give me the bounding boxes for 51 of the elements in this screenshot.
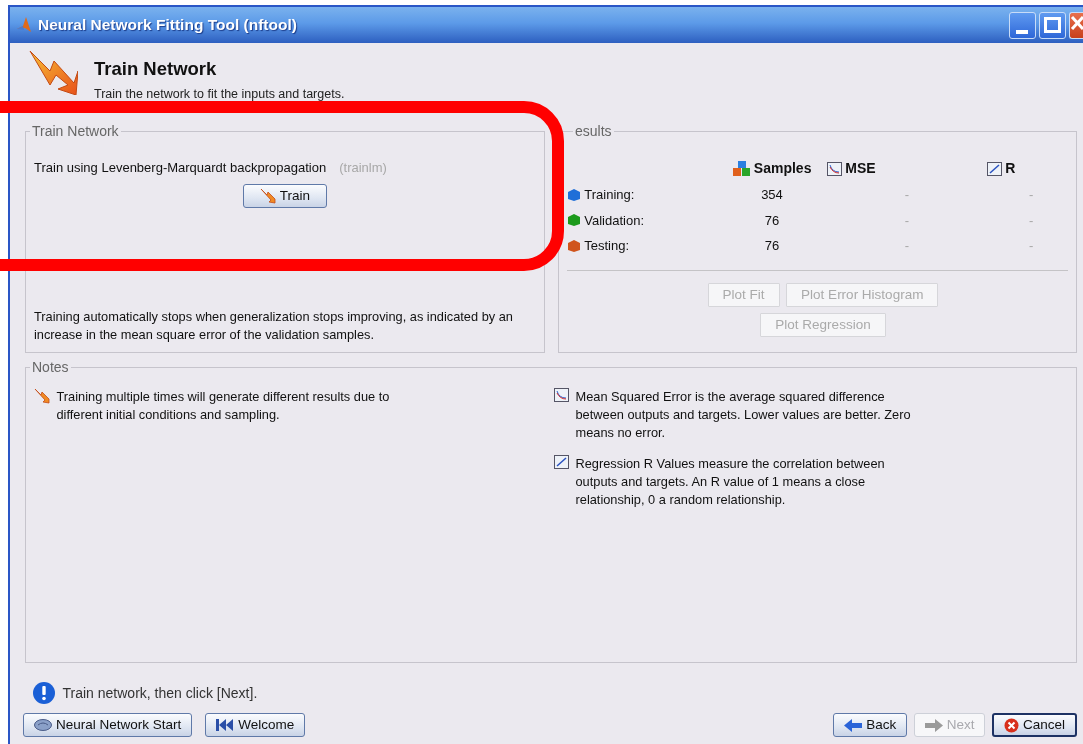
status-message: Train network, then click [Next]. xyxy=(62,683,258,703)
brain-button[interactable]: Neural Network Start xyxy=(23,713,193,737)
samples-value: 354 xyxy=(761,187,783,202)
r-value: - xyxy=(1029,187,1034,202)
minimize-button[interactable] xyxy=(1008,11,1036,39)
back-button[interactable]: Back xyxy=(833,713,908,737)
window-title: Neural Network Fitting Tool (nftool) xyxy=(38,15,297,36)
mse-value: - xyxy=(904,187,910,202)
rewind-icon xyxy=(216,719,235,731)
panel-title: esults xyxy=(573,123,614,139)
maximize-icon xyxy=(1043,17,1061,33)
panel-title: Train Network xyxy=(30,123,121,139)
note-text: Training multiple times will generate different results due to different initial conditions and sampling. xyxy=(56,388,391,424)
error-plot-icon xyxy=(554,388,569,402)
samples-value: 76 xyxy=(764,212,780,228)
algorithm-code: (trainlm) xyxy=(339,160,387,175)
right-arrow-icon xyxy=(924,718,943,732)
column-header: R xyxy=(987,158,1083,179)
error-plot-icon xyxy=(827,161,842,176)
row-label: Testing: xyxy=(584,237,630,255)
panel-title: Notes xyxy=(30,359,71,375)
left-arrow-icon xyxy=(844,718,863,732)
row-label: Validation: xyxy=(584,211,644,230)
regression-plot-icon xyxy=(554,455,569,469)
mse-value: - xyxy=(904,212,910,228)
training-note: Training automatically stops when generalization stops improving, as indicated by an increase in the mean square error of the validation samples. xyxy=(34,308,514,344)
row-label: Training: xyxy=(584,186,635,204)
mse-value: - xyxy=(904,238,910,253)
column-header: MSE xyxy=(827,158,987,179)
r-value: - xyxy=(1029,238,1034,253)
column-header: Samples xyxy=(717,158,827,179)
algorithm-label: Train using Levenberg-Marquardt backpropagation xyxy=(34,160,327,175)
samples-value: 76 xyxy=(764,238,780,253)
lightning-bolt-icon xyxy=(259,188,276,204)
lightning-bolt-icon xyxy=(28,49,78,95)
lightning-bolt-icon xyxy=(34,388,50,404)
r-value: - xyxy=(1029,212,1034,228)
note-text: Regression R Values measure the correlation between outputs and targets. An R value of 1 means a close relationship, 0 a random relationship. xyxy=(575,455,886,509)
close-button[interactable] xyxy=(1069,11,1083,39)
minimize-icon xyxy=(1016,30,1028,35)
page-title: Train Network xyxy=(94,57,218,81)
info-icon xyxy=(32,681,56,705)
cancel-icon xyxy=(1003,717,1019,733)
rewind-button[interactable]: Welcome xyxy=(205,713,306,737)
cancel-button[interactable]: Cancel xyxy=(991,713,1077,737)
regression-plot-icon xyxy=(987,161,1002,176)
maximize-button[interactable] xyxy=(1038,11,1066,39)
note-text: Mean Squared Error is the average squared difference between outputs and targets. Lower values are better. Zero means no error. xyxy=(575,388,912,442)
page-subtitle: Train the network to fit the inputs and targets. xyxy=(94,85,345,103)
cubes-icon xyxy=(732,160,751,177)
train-button[interactable]: Train xyxy=(242,184,328,208)
